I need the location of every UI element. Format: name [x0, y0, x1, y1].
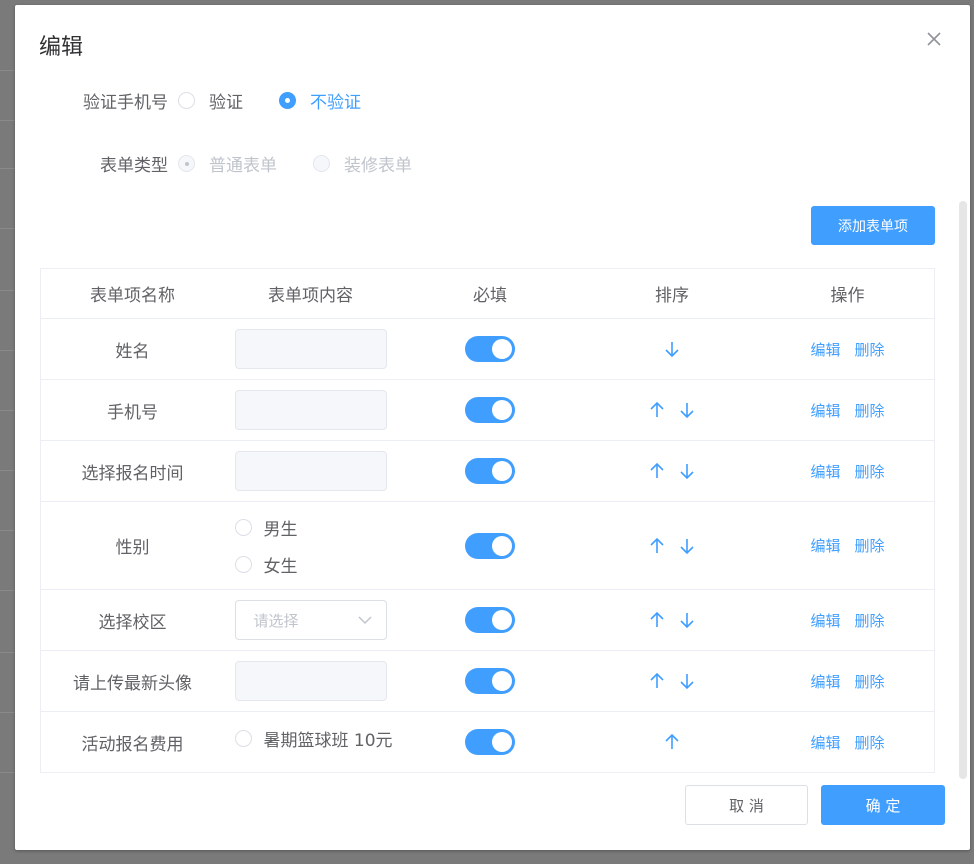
- row-name: 手机号: [107, 402, 158, 423]
- cancel-button[interactable]: 取 消: [685, 785, 808, 825]
- header-required: 必填: [473, 286, 507, 306]
- arrow-up-icon[interactable]: [649, 672, 665, 690]
- arrow-down-icon[interactable]: [679, 462, 695, 480]
- radio-decor-form[interactable]: 装修表单: [313, 151, 412, 176]
- edit-link[interactable]: 编辑: [810, 610, 840, 631]
- delete-link[interactable]: 删除: [855, 671, 885, 692]
- dialog-title: 编辑: [39, 35, 84, 60]
- table-row: 选择校区 请选择 编辑 删除: [41, 590, 934, 651]
- table-row: 活动报名费用 暑期篮球班 10元 编辑 删除: [41, 712, 934, 773]
- chevron-down-icon: [357, 616, 372, 625]
- edit-link[interactable]: 编辑: [810, 535, 840, 556]
- radio-circle[interactable]: [234, 555, 252, 573]
- arrow-up-icon[interactable]: [649, 611, 665, 629]
- table-row: 姓名 编辑 删除: [41, 319, 934, 380]
- content-input[interactable]: [234, 329, 387, 369]
- radio-label: 不验证: [310, 92, 361, 113]
- form-type-label: 表单类型: [100, 155, 168, 176]
- arrow-up-icon[interactable]: [664, 733, 680, 751]
- select-placeholder: 请选择: [253, 611, 299, 630]
- radio-normal-form[interactable]: 普通表单: [178, 151, 277, 176]
- header-name: 表单项名称: [90, 286, 175, 306]
- radio-verify[interactable]: 验证: [178, 88, 243, 113]
- delete-link[interactable]: 删除: [855, 400, 885, 421]
- row-name: 选择校区: [98, 612, 167, 633]
- delete-link[interactable]: 删除: [855, 732, 885, 753]
- form-type-row: 表单类型 普通表单 装修表单: [15, 148, 448, 178]
- edit-link[interactable]: 编辑: [810, 671, 840, 692]
- edit-link[interactable]: 编辑: [810, 732, 840, 753]
- confirm-button[interactable]: 确 定: [821, 785, 945, 825]
- radio-circle[interactable]: [178, 91, 195, 109]
- delete-link[interactable]: 删除: [855, 339, 885, 360]
- arrow-down-icon[interactable]: [679, 537, 695, 555]
- required-switch[interactable]: [465, 532, 515, 559]
- verify-phone-row: 验证手机号 验证 不验证: [15, 85, 397, 115]
- header-content: 表单项内容: [268, 286, 353, 306]
- header-sort: 排序: [655, 286, 689, 306]
- radio-circle[interactable]: [279, 91, 296, 109]
- table-header: 表单项名称 表单项内容 必填 排序 操作: [41, 269, 934, 319]
- row-name: 选择报名时间: [81, 463, 184, 484]
- table-row: 选择报名时间 编辑 删除: [41, 441, 934, 502]
- header-actions: 操作: [830, 286, 865, 306]
- edit-link[interactable]: 编辑: [810, 400, 840, 421]
- edit-link[interactable]: 编辑: [810, 461, 840, 482]
- radio-label: 女生: [263, 556, 298, 577]
- delete-link[interactable]: 删除: [855, 461, 885, 482]
- radio-circle[interactable]: [313, 154, 330, 172]
- required-switch[interactable]: [465, 729, 515, 755]
- row-name: 活动报名费用: [81, 734, 184, 755]
- required-switch[interactable]: [465, 397, 515, 423]
- content-input[interactable]: [234, 390, 387, 430]
- row-name: 姓名: [115, 341, 150, 362]
- content-input[interactable]: [234, 451, 387, 491]
- edit-link[interactable]: 编辑: [810, 339, 840, 360]
- gender-radio-group: 男生 女生: [234, 515, 387, 577]
- table-row: 请上传最新头像 编辑 删除: [41, 651, 934, 712]
- close-icon: [927, 32, 941, 46]
- row-name: 性别: [115, 538, 150, 558]
- content-input[interactable]: [234, 661, 387, 701]
- delete-link[interactable]: 删除: [855, 535, 885, 556]
- required-switch[interactable]: [465, 458, 515, 484]
- required-switch[interactable]: [465, 607, 515, 633]
- radio-male[interactable]: 男生: [234, 515, 298, 540]
- fee-radio-group: 暑期篮球班 10元: [234, 726, 393, 751]
- radio-no-verify[interactable]: 不验证: [279, 88, 361, 113]
- radio-fee-option[interactable]: 暑期篮球班 10元: [234, 726, 393, 751]
- radio-label: 男生: [263, 519, 298, 540]
- radio-label: 装修表单: [344, 155, 412, 176]
- edit-dialog: 编辑 验证手机号 验证 不验证 表单类型 普通表单 装修表单 添加表单项 表单项…: [15, 5, 970, 850]
- add-form-item-button[interactable]: 添加表单项: [811, 206, 935, 245]
- radio-female[interactable]: 女生: [234, 552, 298, 577]
- table-row: 性别 男生 女生 编辑 删除: [41, 502, 934, 590]
- row-name: 请上传最新头像: [73, 673, 192, 694]
- scrollbar[interactable]: [959, 201, 967, 779]
- arrow-down-icon[interactable]: [679, 672, 695, 690]
- arrow-up-icon[interactable]: [649, 462, 665, 480]
- radio-circle[interactable]: [234, 518, 252, 536]
- radio-circle[interactable]: [178, 154, 195, 172]
- arrow-up-icon[interactable]: [649, 401, 665, 419]
- arrow-down-icon[interactable]: [679, 611, 695, 629]
- close-button[interactable]: [926, 31, 944, 49]
- form-items-table: 表单项名称 表单项内容 必填 排序 操作 姓名 编辑 删除 手机号 编辑 删除 …: [40, 268, 935, 773]
- campus-select[interactable]: 请选择: [234, 600, 387, 640]
- radio-label: 普通表单: [209, 155, 277, 176]
- arrow-up-icon[interactable]: [649, 537, 665, 555]
- radio-circle[interactable]: [234, 729, 252, 747]
- table-row: 手机号 编辑 删除: [41, 380, 934, 441]
- verify-phone-label: 验证手机号: [83, 92, 168, 113]
- arrow-down-icon[interactable]: [679, 401, 695, 419]
- required-switch[interactable]: [465, 336, 515, 362]
- radio-label: 验证: [209, 92, 243, 113]
- radio-label: 暑期篮球班 10元: [263, 730, 393, 751]
- arrow-down-icon[interactable]: [664, 340, 680, 358]
- required-switch[interactable]: [465, 668, 515, 694]
- delete-link[interactable]: 删除: [855, 610, 885, 631]
